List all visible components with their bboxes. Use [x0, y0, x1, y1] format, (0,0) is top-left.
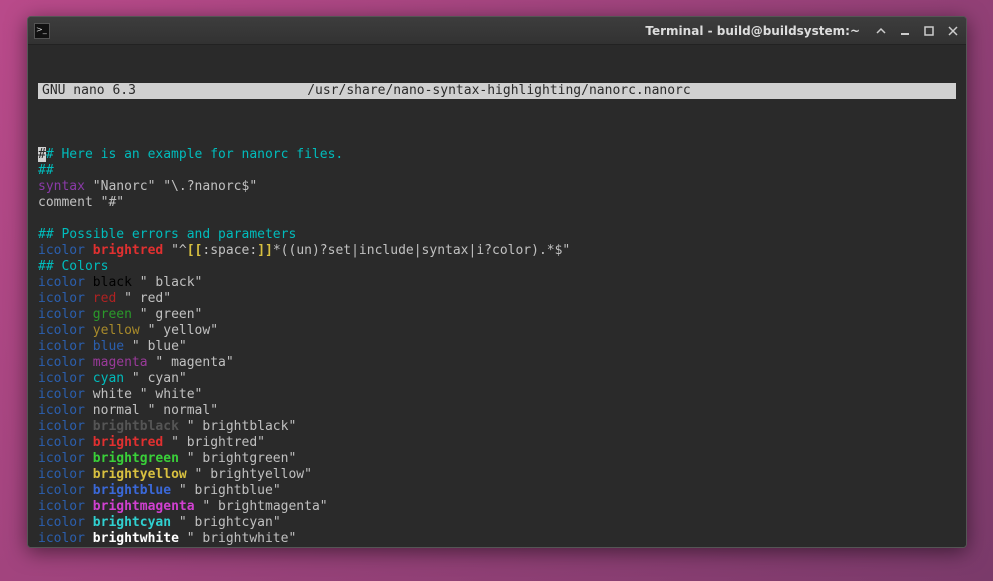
editor-line: icolor normal " normal" [38, 403, 956, 419]
editor-line [38, 211, 956, 227]
editor-line: icolor white " white" [38, 387, 956, 403]
editor-line: icolor cyan " cyan" [38, 371, 956, 387]
editor-line: icolor red " red" [38, 291, 956, 307]
terminal-app-icon: >_ [34, 23, 50, 39]
window-controls [874, 24, 960, 38]
maximize-button[interactable] [922, 24, 936, 38]
editor-line: icolor black " black" [38, 275, 956, 291]
editor-line: syntax "Nanorc" "\.?nanorc$" [38, 179, 956, 195]
editor-line: icolor blue " blue" [38, 339, 956, 355]
editor-line: comment "#" [38, 195, 956, 211]
editor-line: icolor brightcyan " brightcyan" [38, 515, 956, 531]
editor-line: ## [38, 163, 956, 179]
editor-line: icolor yellow " yellow" [38, 323, 956, 339]
editor-line: icolor green " green" [38, 307, 956, 323]
editor-line: icolor brightwhite " brightwhite" [38, 531, 956, 547]
editor-line: icolor brightblack " brightblack" [38, 419, 956, 435]
editor-line: icolor brightmagenta " brightmagenta" [38, 499, 956, 515]
terminal-viewport[interactable]: GNU nano 6.3 /usr/share/nano-syntax-high… [28, 45, 966, 547]
editor-line: icolor brightred " brightred" [38, 435, 956, 451]
nano-filepath: /usr/share/nano-syntax-highlighting/nano… [136, 83, 862, 99]
editor-line: icolor brightgreen " brightgreen" [38, 451, 956, 467]
editor-line: icolor brightblue " brightblue" [38, 483, 956, 499]
dropdown-icon[interactable] [874, 24, 888, 38]
editor-line: icolor brightyellow " brightyellow" [38, 467, 956, 483]
nano-header: GNU nano 6.3 /usr/share/nano-syntax-high… [38, 83, 956, 99]
titlebar[interactable]: >_ Terminal - build@buildsystem:~ [28, 17, 966, 45]
editor-line: icolor brightred "^[[:space:]]*((un)?set… [38, 243, 956, 259]
terminal-window: >_ Terminal - build@buildsystem:~ GNU na… [27, 16, 967, 548]
nano-version: GNU nano 6.3 [42, 83, 136, 99]
editor-line: ## Here is an example for nanorc files. [38, 147, 956, 163]
editor-content[interactable]: ## Here is an example for nanorc files.#… [38, 147, 956, 547]
editor-line: ## Colors [38, 259, 956, 275]
minimize-button[interactable] [898, 24, 912, 38]
close-button[interactable] [946, 24, 960, 38]
window-title: Terminal - build@buildsystem:~ [645, 24, 860, 38]
editor-line: ## Possible errors and parameters [38, 227, 956, 243]
editor-line: icolor magenta " magenta" [38, 355, 956, 371]
